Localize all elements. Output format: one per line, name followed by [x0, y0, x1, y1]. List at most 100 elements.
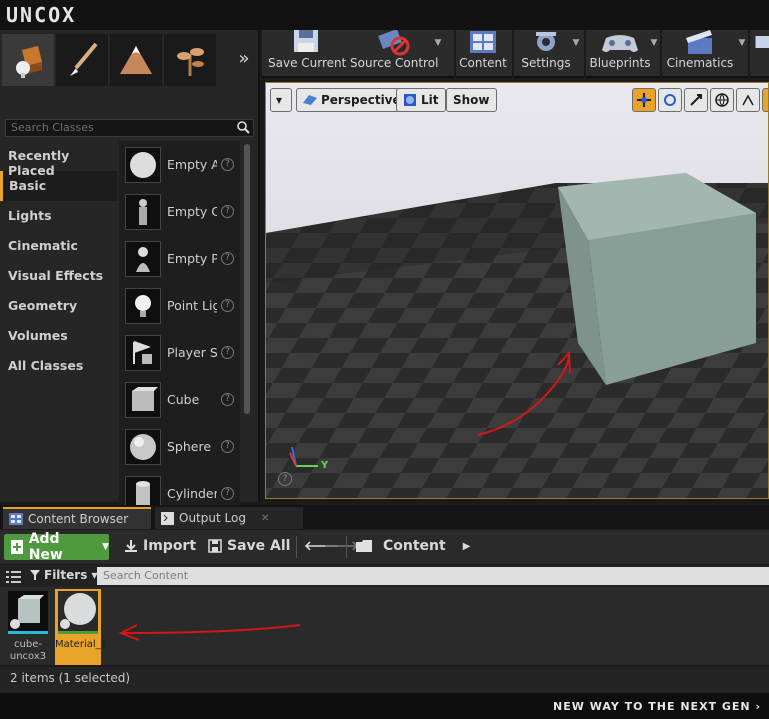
list-item[interactable]: Empty A ? [119, 141, 240, 188]
search-content-input[interactable]: Search Content [97, 567, 769, 585]
category-volumes[interactable]: Volumes [0, 321, 117, 351]
category-cinematic[interactable]: Cinematic [0, 231, 117, 261]
help-icon[interactable]: ? [221, 252, 234, 265]
landscape-mode-tab[interactable] [110, 34, 162, 86]
category-recently-placed[interactable]: Recently Placed [0, 141, 117, 178]
item-name: Empty A [167, 157, 217, 172]
source-control-button[interactable]: Source Control ▼ [350, 30, 441, 78]
import-icon [125, 540, 137, 552]
item-name: Cube [167, 392, 200, 407]
axis-y-label: Y [321, 460, 329, 471]
list-item[interactable]: Empty C ? [119, 188, 240, 235]
foliage-mode-tab[interactable] [164, 34, 216, 86]
save-current-button[interactable]: Save Current [268, 30, 347, 78]
content-button[interactable]: Content [458, 30, 508, 78]
tab-content-browser[interactable]: Content Browser [3, 507, 151, 529]
cinematics-button[interactable]: Cinematics ▼ [664, 30, 745, 78]
more-modes-icon[interactable]: » [232, 48, 256, 72]
viewport-options-button[interactable]: ▾ [270, 88, 292, 112]
build-button[interactable] [752, 30, 769, 78]
content-path-label: Content [383, 538, 446, 554]
category-lights[interactable]: Lights [0, 201, 117, 231]
list-item[interactable]: Point Lig ? [119, 282, 240, 329]
grid-snap-icon[interactable] [762, 88, 768, 112]
toolbar-divider [346, 536, 347, 558]
place-mode-tab[interactable] [2, 34, 54, 86]
list-item[interactable]: Sphere ? [119, 423, 240, 470]
help-icon[interactable]: ? [221, 440, 234, 453]
import-label: Import [143, 538, 197, 554]
sphere-icon [125, 429, 161, 465]
perspective-button[interactable]: Perspective [296, 88, 408, 112]
asset-type-bar [8, 631, 48, 634]
show-button[interactable]: Show [446, 88, 497, 112]
category-geometry[interactable]: Geometry [0, 291, 117, 321]
items-scrollbar[interactable] [244, 144, 250, 414]
editor-window: UNCOX » Search Classes Recently Placed B… [0, 0, 769, 719]
help-icon[interactable]: ? [221, 299, 234, 312]
settings-button[interactable]: Settings ▼ [516, 30, 579, 78]
annotation-arrow-content [118, 624, 301, 641]
help-icon[interactable]: ? [221, 487, 234, 500]
clapperboard-icon [686, 30, 712, 54]
viewport-scene [266, 83, 768, 498]
category-visual-effects[interactable]: Visual Effects [0, 261, 117, 291]
list-item[interactable]: Player S ? [119, 329, 240, 376]
list-item[interactable]: Empty P ? [119, 235, 240, 282]
help-icon[interactable]: ? [221, 393, 234, 406]
gamepad-icon [602, 35, 638, 52]
chevron-down-icon: ▼ [102, 542, 109, 552]
help-icon[interactable]: ? [221, 158, 234, 171]
folder-icon [356, 540, 372, 552]
chevron-down-icon[interactable]: ▼ [572, 38, 580, 48]
character-icon [125, 194, 161, 230]
foliage-icon [177, 48, 204, 76]
help-icon[interactable]: ? [221, 346, 234, 359]
filters-button[interactable]: Filters ▼ [30, 568, 98, 582]
scale-tool-icon[interactable] [684, 88, 708, 112]
content-path-button[interactable]: Content ▶ [356, 538, 470, 554]
help-icon[interactable]: ? [221, 205, 234, 218]
new-file-icon [11, 540, 23, 554]
add-new-label: Add New [28, 531, 63, 563]
paint-mode-tab[interactable] [56, 34, 108, 86]
filters-label: Filters [44, 568, 88, 582]
rotate-tool-icon[interactable] [658, 88, 682, 112]
toolbar-divider [296, 536, 297, 558]
filter-icon [30, 570, 40, 580]
asset-tile[interactable]: cube-uncox3 [5, 589, 51, 665]
surface-snap-icon[interactable] [736, 88, 760, 112]
perspective-label: Perspective [321, 93, 401, 107]
asset-tile[interactable]: Material_1 [55, 589, 107, 665]
gear-icon [536, 32, 556, 51]
item-count: 2 items (1 selected) [10, 671, 131, 685]
add-new-button[interactable]: Add New ▼ [4, 531, 109, 563]
viewport-help-icon[interactable]: ? [278, 472, 292, 486]
chevron-down-icon[interactable]: ▼ [650, 38, 658, 48]
footer-bar: NEW WAY TO THE NEXT GEN › [0, 693, 769, 719]
translate-tool-icon[interactable] [632, 88, 656, 112]
list-item[interactable]: Cube ? [119, 376, 240, 423]
lit-button[interactable]: Lit [396, 88, 446, 112]
search-classes-input[interactable]: Search Classes [5, 119, 254, 137]
cube-icon [125, 382, 161, 418]
level-viewport[interactable]: ▾ Perspective Lit Show Y ? [265, 82, 769, 499]
world-space-icon[interactable] [710, 88, 734, 112]
tab-output-log[interactable]: Output Log ✕ [155, 507, 303, 529]
save-current-label: Save Current [268, 56, 347, 70]
blueprints-button[interactable]: Blueprints ▼ [588, 30, 657, 78]
chevron-down-icon[interactable]: ▼ [434, 38, 442, 48]
sources-panel-toggle-icon[interactable] [6, 569, 22, 588]
save-all-button[interactable]: Save All [208, 538, 290, 554]
forward-button[interactable]: 🡒 [324, 538, 359, 554]
landscape-icon [120, 46, 152, 74]
category-all-classes[interactable]: All Classes [0, 351, 117, 381]
lit-label: Lit [421, 93, 439, 107]
place-icon [16, 46, 42, 78]
import-button[interactable]: Import [124, 538, 196, 554]
path-chevron-icon: ▶ [462, 540, 471, 552]
pawn-icon [125, 241, 161, 277]
chevron-down-icon[interactable]: ▼ [738, 38, 746, 48]
close-icon[interactable]: ✕ [261, 513, 269, 524]
tab-content-browser-label: Content Browser [28, 512, 129, 526]
